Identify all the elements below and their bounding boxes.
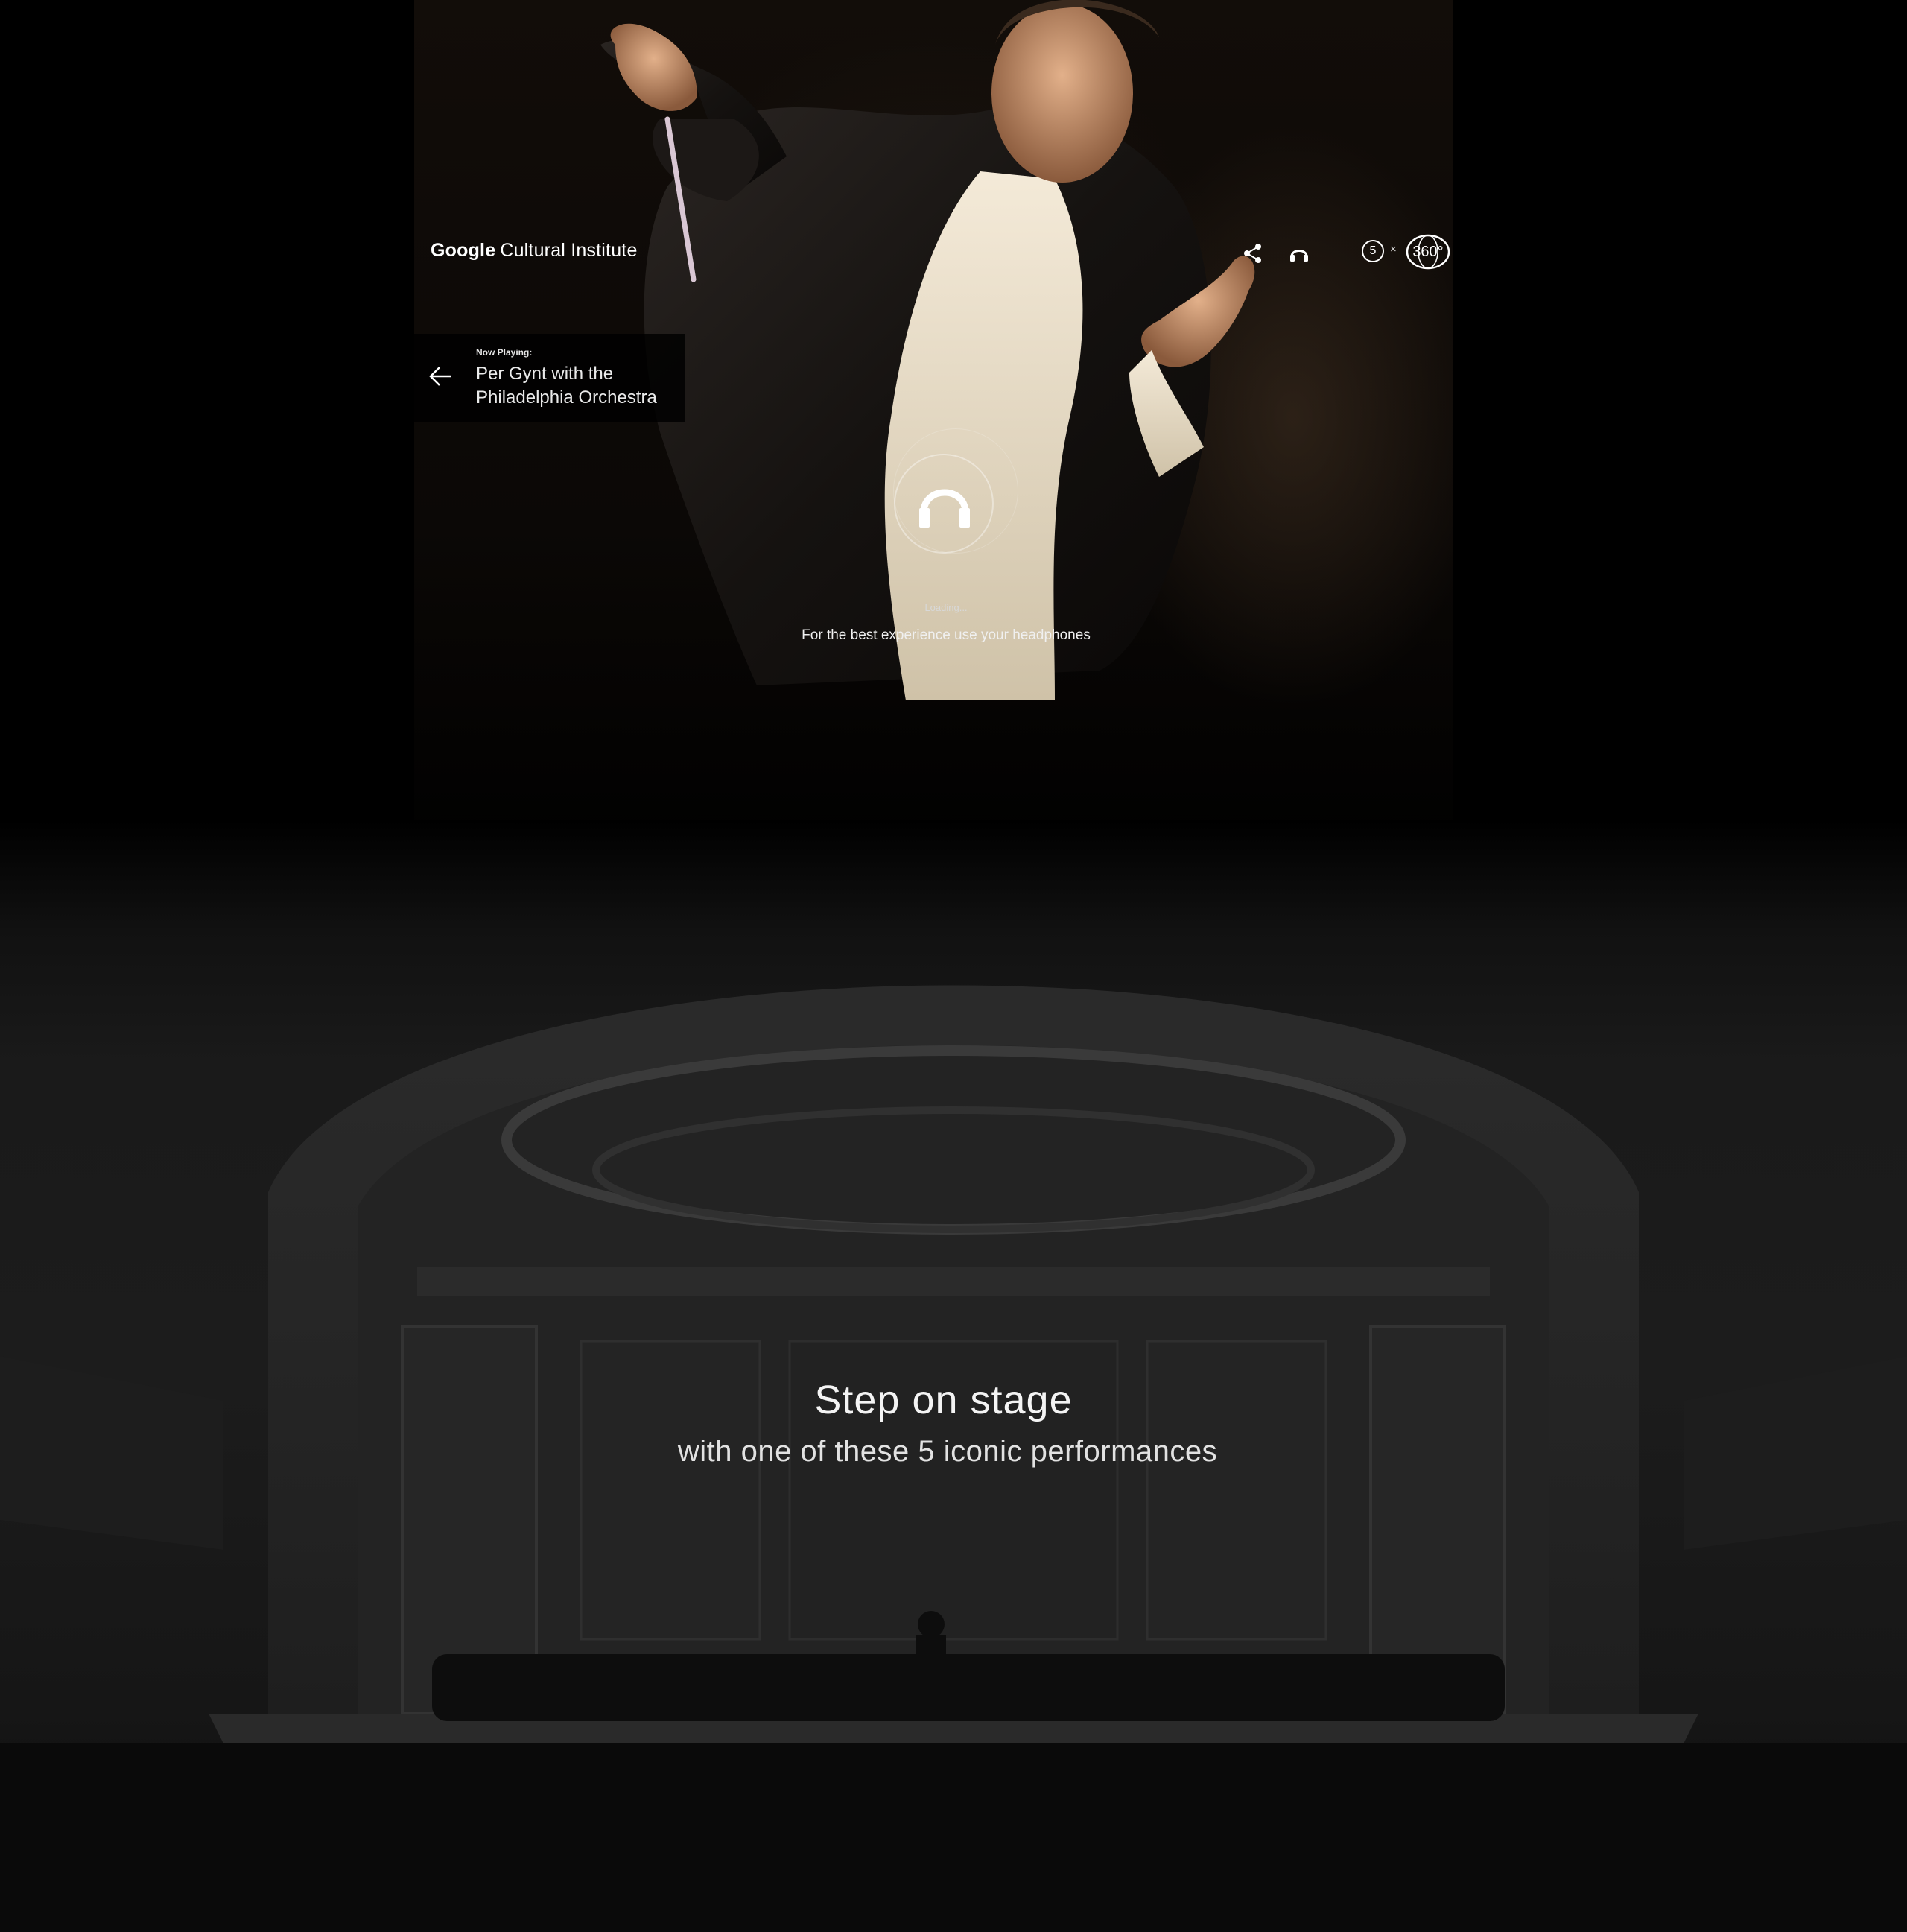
headphones-icon (919, 489, 970, 528)
arrow-left-icon[interactable] (428, 365, 454, 387)
logo-institute-text: Cultural Institute (500, 240, 638, 261)
performance-count-badge: 5 (1362, 240, 1384, 262)
headphones-hint: For the best experience use your headpho… (802, 627, 1091, 643)
share-icon (1244, 244, 1261, 263)
logo-google-text: Google (431, 240, 496, 261)
now-playing-label: Now Playing: (476, 347, 533, 358)
hall-subtitle: with one of these 5 iconic performances (677, 1435, 1218, 1468)
header-controls: 5 × 360° (1237, 234, 1460, 274)
headphones-icon (1290, 250, 1308, 262)
loading-status: Loading... (924, 602, 968, 613)
google-cultural-institute-logo[interactable]: Google Cultural Institute (431, 240, 638, 262)
badge-360-text: 360° (1412, 244, 1444, 260)
now-playing-title: Per Gynt with the Philadelphia Orchestra (476, 364, 657, 408)
share-button[interactable] (1237, 237, 1269, 270)
headphones-button[interactable] (1283, 237, 1316, 270)
badge-360: 360° (1403, 232, 1453, 271)
now-playing-panel[interactable]: Now Playing: Per Gynt with the Philadelp… (414, 334, 685, 422)
concert-hall-image (0, 985, 1907, 1932)
hall-title: Step on stage (814, 1378, 1073, 1422)
times-sign: × (1390, 243, 1397, 256)
hero-section: Google Cultural Institute 5 × 360° Now P… (0, 0, 1907, 879)
